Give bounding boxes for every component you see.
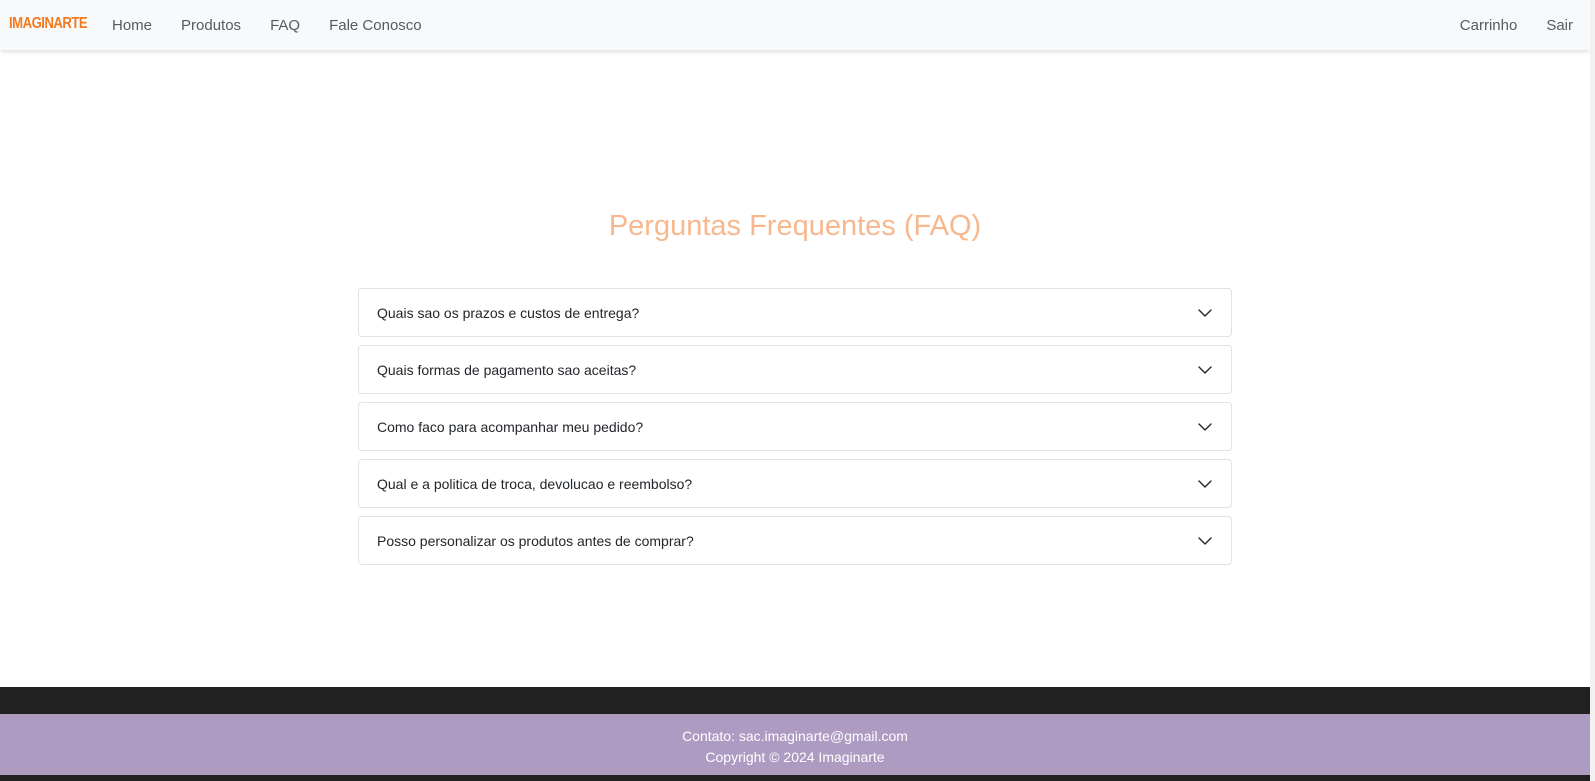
faq-accordion: Quais sao os prazos e custos de entrega?…	[358, 288, 1232, 565]
nav-right-links: Carrinho Sair	[1431, 0, 1573, 50]
chevron-down-icon	[1198, 308, 1212, 317]
faq-question: Posso personalizar os produtos antes de …	[377, 532, 694, 549]
chevron-down-icon	[1198, 422, 1212, 431]
faq-question: Quais formas de pagamento sao aceitas?	[377, 361, 637, 378]
chevron-down-icon	[1198, 536, 1212, 545]
chevron-down-icon	[1198, 365, 1212, 374]
nav-link-faq[interactable]: FAQ	[270, 17, 300, 34]
faq-item[interactable]: Posso personalizar os produtos antes de …	[358, 516, 1232, 565]
faq-item[interactable]: Quais formas de pagamento sao aceitas?	[358, 345, 1232, 394]
page-scrollbar[interactable]	[1590, 0, 1595, 781]
nav-link-home[interactable]: Home	[112, 17, 152, 34]
faq-item[interactable]: Qual e a politica de troca, devolucao e …	[358, 459, 1232, 508]
faq-question: Qual e a politica de troca, devolucao e …	[377, 475, 693, 492]
nav-link-produtos[interactable]: Produtos	[181, 17, 241, 34]
footer-contact: Contato: sac.imaginarte@gmail.com	[682, 728, 908, 744]
faq-title: Perguntas Frequentes (FAQ)	[608, 210, 982, 242]
faq-question: Como faco para acompanhar meu pedido?	[377, 418, 644, 435]
nav-link-sair[interactable]: Sair	[1546, 17, 1573, 34]
nav-links: Home Produtos FAQ Fale Conosco	[112, 0, 451, 50]
chevron-down-icon	[1198, 479, 1212, 488]
faq-question: Quais sao os prazos e custos de entrega?	[377, 304, 640, 321]
faq-item[interactable]: Como faco para acompanhar meu pedido?	[358, 402, 1232, 451]
brand-logo[interactable]: IMAGINARTE	[9, 15, 88, 33]
nav-link-fale-conosco[interactable]: Fale Conosco	[329, 17, 422, 34]
footer-copyright: Copyright © 2024 Imaginarte	[705, 749, 885, 765]
nav-link-carrinho[interactable]: Carrinho	[1460, 17, 1518, 34]
footer: Contato: sac.imaginarte@gmail.com Copyri…	[0, 714, 1590, 775]
faq-item[interactable]: Quais sao os prazos e custos de entrega?	[358, 288, 1232, 337]
navbar: IMAGINARTE Home Produtos FAQ Fale Conosc…	[0, 0, 1590, 50]
